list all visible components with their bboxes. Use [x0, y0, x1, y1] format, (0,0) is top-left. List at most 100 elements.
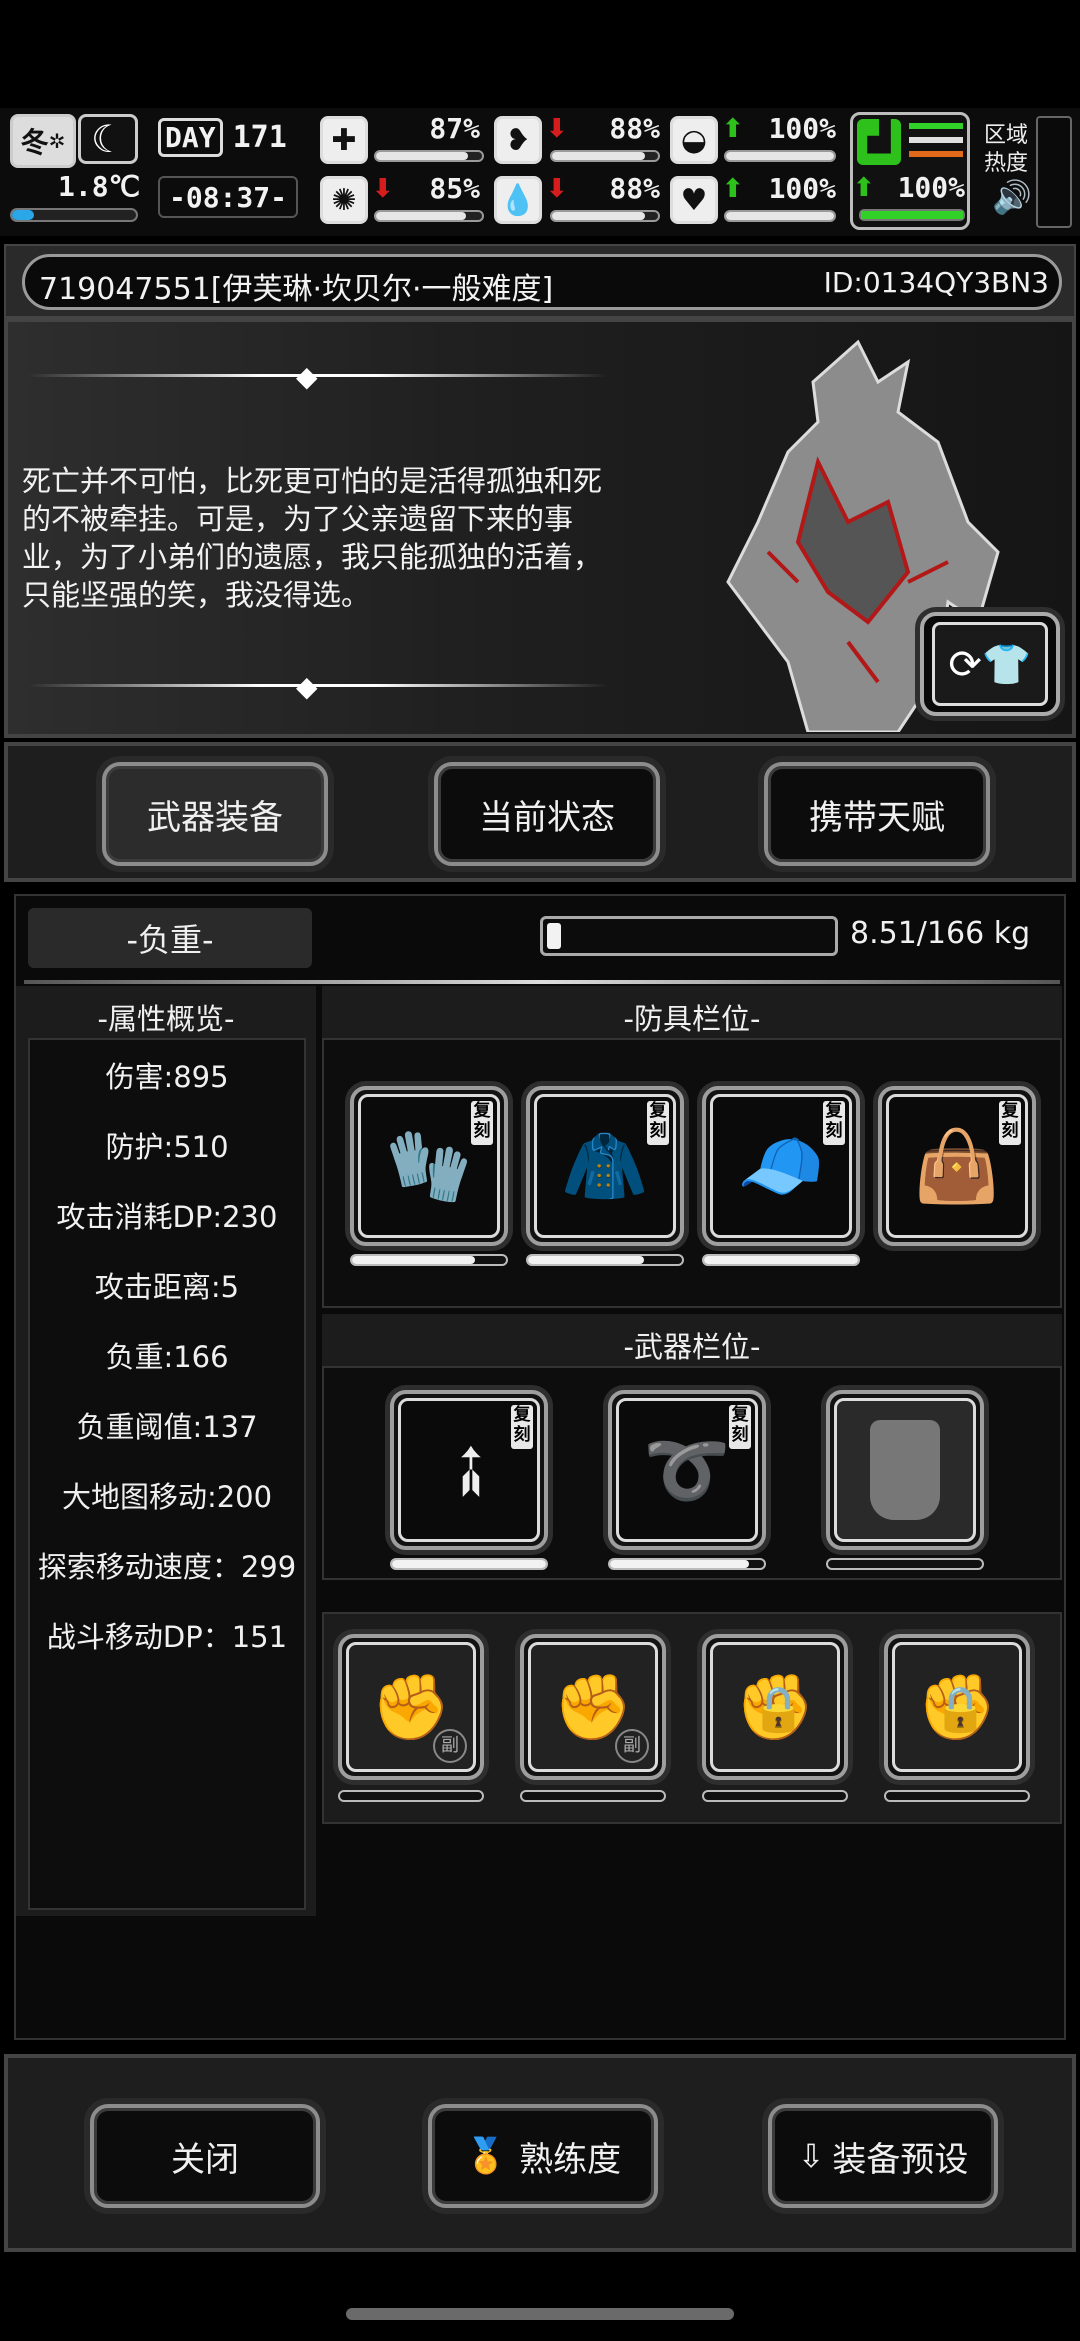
weapon-slot-row: ➶ 复刻 ➰ 复刻 [322, 1366, 1062, 1580]
region-heat-label: 区域 热度 [984, 122, 1036, 178]
preset-label: 装备预设 [832, 2139, 969, 2180]
shirt-swap-icon: ⟳👕 [932, 622, 1048, 706]
replica-tag: 复刻 [999, 1101, 1021, 1145]
riot-shield-icon [870, 1420, 940, 1520]
speaker-icon[interactable]: 🔊 [992, 178, 1032, 216]
armor-percent: 100% [768, 112, 836, 145]
hunger-bar [550, 150, 660, 162]
health-percent: 87% [429, 112, 480, 145]
durability-bar [702, 1790, 848, 1802]
secondary-slot-row: ✊ 副 ✊ 副 ✊ 🔒 ✊ 🔒 [322, 1612, 1062, 1824]
armor-bar [724, 150, 836, 162]
first-aid-icon: ✚ [320, 116, 368, 164]
cap-icon: 🧢 [737, 1124, 825, 1207]
temperature-readout: 1.8℃ [58, 170, 141, 203]
durability-bar [608, 1558, 766, 1570]
stamina-bar [859, 209, 965, 221]
durability-bar [884, 1790, 1030, 1802]
heart-icon: ♥ [670, 176, 718, 224]
secondary-badge: 副 [433, 1729, 467, 1763]
durability-bar [702, 1254, 860, 1266]
region-heat-meter [1036, 116, 1072, 228]
weapon-title: -武器栏位- [623, 1330, 761, 1364]
water-drop-icon: 💧 [494, 176, 542, 224]
season-label: 冬 [20, 126, 49, 159]
brain-icon: ✺ [320, 176, 368, 224]
durability-bar [526, 1254, 684, 1266]
coat-icon: 🧥 [561, 1124, 649, 1207]
armor-section: -防具栏位- 🧤 复刻 🧥 复刻 🧢 复刻 👜 复刻 [322, 986, 1062, 1308]
equipment-preset-button[interactable]: ⇩ 装备预设 [768, 2104, 998, 2208]
lock-icon: 🔒 [933, 1684, 988, 1735]
weapon-slot-spear[interactable]: ➶ 复刻 [390, 1390, 548, 1550]
armor-slot-cap[interactable]: 🧢 复刻 [702, 1086, 860, 1246]
replica-tag: 复刻 [823, 1101, 845, 1145]
proficiency-label: 熟练度 [519, 2139, 622, 2180]
weight-bar [540, 916, 838, 956]
tab-weapons-equipment[interactable]: 武器装备 [102, 762, 328, 866]
spear-icon: ➶ [419, 1420, 519, 1520]
stat-combat-move-dp: 战斗移动DP：151 [46, 1620, 288, 1654]
day-number: 171 [232, 119, 287, 155]
armor-title: -防具栏位- [623, 1002, 761, 1036]
thirst-percent: 88% [609, 172, 660, 205]
weapon-slot-chain-whip[interactable]: ➰ 复刻 [608, 1390, 766, 1550]
stat-damage: 伤害:895 [105, 1060, 229, 1094]
armor-slot-coat[interactable]: 🧥 复刻 [526, 1086, 684, 1246]
stamina-percent: 100% [897, 171, 965, 204]
thirst-bar [550, 210, 660, 222]
snowflake-icon: 冬 ✲ [10, 114, 76, 168]
proficiency-button[interactable]: 🏅 熟练度 [428, 2104, 658, 2208]
durability-bar [390, 1558, 548, 1570]
outfit-swap-button[interactable]: ⟳👕 [920, 612, 1060, 716]
weight-value: 8.51/166 kg [850, 916, 1031, 951]
boot-icon: ▟ [857, 119, 901, 165]
equipment-panel: -负重- 8.51/166 kg -属性概览- 伤害:895 防护:510 攻击… [14, 894, 1066, 2040]
stat-attack-range: 攻击距离:5 [94, 1270, 240, 1304]
weapon-slot-riot-shield[interactable] [826, 1390, 984, 1550]
region-label: 区域 [984, 123, 1029, 148]
replica-tag: 复刻 [511, 1405, 533, 1449]
ornament-icon: ◆ [296, 360, 318, 393]
stats-list: 伤害:895 防护:510 攻击消耗DP:230 攻击距离:5 负重:166 负… [28, 1038, 306, 1910]
home-indicator[interactable] [346, 2308, 734, 2320]
secondary-slot-3-locked[interactable]: ✊ 🔒 [702, 1634, 848, 1780]
secondary-slot-4-locked[interactable]: ✊ 🔒 [884, 1634, 1030, 1780]
download-tray-icon: ⇩ [797, 2137, 825, 2175]
mood-bar [724, 210, 836, 222]
tab-current-status[interactable]: 当前状态 [434, 762, 660, 866]
moon-icon: ☾ [78, 114, 138, 164]
replica-tag: 复刻 [471, 1101, 493, 1145]
replica-tag: 复刻 [729, 1405, 751, 1449]
tab-carried-talents[interactable]: 携带天赋 [764, 762, 990, 866]
armor-slot-bag[interactable]: 👜 复刻 [878, 1086, 1036, 1246]
hunger-percent: 88% [609, 112, 660, 145]
secondary-slot-2[interactable]: ✊ 副 [520, 1634, 666, 1780]
stat-defense: 防护:510 [105, 1130, 229, 1164]
gloves-icon: 🧤 [385, 1124, 473, 1207]
temperature-bar [10, 208, 138, 222]
ornament-divider [28, 374, 608, 377]
close-button[interactable]: 关闭 [90, 2104, 320, 2208]
divider [24, 980, 1060, 984]
durability-bar [338, 1790, 484, 1802]
game-clock: -08:37- [158, 176, 298, 218]
weapon-section: -武器栏位- ➶ 复刻 ➰ 复刻 [322, 1314, 1062, 1580]
chain-whip-icon: ➰ [643, 1428, 731, 1511]
armor-slot-gloves[interactable]: 🧤 复刻 [350, 1086, 508, 1246]
durability-bar [520, 1790, 666, 1802]
durability-bar [826, 1558, 984, 1570]
secondary-badge: 副 [615, 1729, 649, 1763]
ornament-icon: ◆ [296, 670, 318, 703]
ornament-divider [28, 684, 608, 687]
bag-icon: 👜 [913, 1124, 1001, 1207]
character-id: ID:0134QY3BN3 [823, 266, 1049, 299]
day-label: DAY [158, 117, 223, 157]
secondary-slot-1[interactable]: ✊ 副 [338, 1634, 484, 1780]
status-hud: 冬 ✲ ☾ 1.8℃ DAY 171 -08:37- ✚ 87% ❥ ⬇ 88% … [0, 108, 1080, 236]
proficiency-icon: 🏅 [464, 2136, 508, 2176]
lock-icon: 🔒 [751, 1684, 806, 1735]
stat-explore-speed: 探索移动速度：299 [37, 1550, 297, 1584]
stomach-icon: ❥ [494, 116, 542, 164]
sanity-percent: 85% [429, 172, 480, 205]
